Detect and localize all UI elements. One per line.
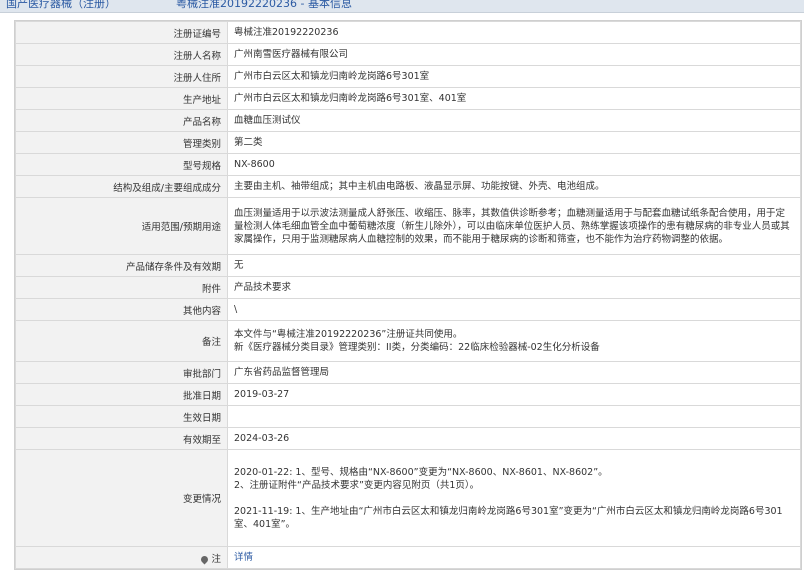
change-spacer	[234, 492, 794, 505]
remarks-line-2: 新《医疗器械分类目录》管理类别：II类，分类编码：22临床检验器械-02生化分析…	[234, 342, 600, 353]
row-change-history: 变更情况 2020-01-22: 1、型号、规格由“NX-8600”变更为“NX…	[15, 449, 801, 547]
value-expiry-date: 2024-03-26	[227, 427, 801, 450]
label-note-cell: 注	[15, 546, 228, 569]
row-other-content: 其他内容 \	[15, 298, 801, 321]
label-product-name: 产品名称	[15, 109, 228, 132]
details-table-container: 注册证编号 粤械注准20192220236 注册人名称 广州南雪医疗器械有限公司…	[14, 20, 802, 570]
row-approval-department: 审批部门 广东省药品监督管理局	[15, 361, 801, 384]
page-header: 国产医疗器械（注册） 粤械注准20192220236 - 基本信息	[0, 0, 804, 13]
row-structure: 结构及组成/主要组成成分 主要由主机、袖带组成；其中主机由电路板、液晶显示屏、功…	[15, 175, 801, 198]
remarks-line-1: 本文件与“粤械注准20192220236”注册证共同使用。	[234, 329, 463, 340]
label-attachment: 附件	[15, 276, 228, 299]
value-note-cell: 详情	[227, 546, 801, 569]
label-storage: 产品储存条件及有效期	[15, 254, 228, 277]
label-registration-number: 注册证编号	[15, 21, 228, 44]
value-structure: 主要由主机、袖带组成；其中主机由电路板、液晶显示屏、功能按键、外壳、电池组成。	[227, 175, 801, 198]
row-registrant-address: 注册人住所 广州市白云区太和镇龙归南岭龙岗路6号301室	[15, 65, 801, 88]
label-change-history: 变更情况	[15, 449, 228, 547]
value-attachment: 产品技术要求	[227, 276, 801, 299]
row-remarks: 备注 本文件与“粤械注准20192220236”注册证共同使用。 新《医疗器械分…	[15, 320, 801, 362]
value-intended-use: 血压测量适用于以示波法测量成人舒张压、收缩压、脉率，其数值供诊断参考；血糖测量适…	[227, 197, 801, 255]
row-effective-date: 生效日期	[15, 405, 801, 428]
row-management-category: 管理类别 第二类	[15, 131, 801, 154]
label-effective-date: 生效日期	[15, 405, 228, 428]
value-approval-date: 2019-03-27	[227, 383, 801, 406]
label-intended-use: 适用范围/预期用途	[15, 197, 228, 255]
registration-details-table: 注册证编号 粤械注准20192220236 注册人名称 广州南雪医疗器械有限公司…	[15, 21, 801, 569]
label-expiry-date: 有效期至	[15, 427, 228, 450]
label-approval-date: 批准日期	[15, 383, 228, 406]
value-management-category: 第二类	[227, 131, 801, 154]
label-remarks: 备注	[15, 320, 228, 362]
value-production-address: 广州市白云区太和镇龙归南岭龙岗路6号301室、401室	[227, 87, 801, 110]
value-remarks: 本文件与“粤械注准20192220236”注册证共同使用。 新《医疗器械分类目录…	[227, 320, 801, 362]
change-line-2: 2、注册证附件“产品技术要求”变更内容见附页（共1页）。	[234, 479, 480, 491]
label-note: 注	[211, 553, 221, 565]
value-registrant-address: 广州市白云区太和镇龙归南岭龙岗路6号301室	[227, 65, 801, 88]
label-registrant-address: 注册人住所	[15, 65, 228, 88]
row-registrant-name: 注册人名称 广州南雪医疗器械有限公司	[15, 43, 801, 66]
value-storage: 无	[227, 254, 801, 277]
value-model-spec: NX-8600	[227, 153, 801, 176]
header-category-label[interactable]: 国产医疗器械（注册）	[6, 0, 116, 11]
row-product-name: 产品名称 血糖血压测试仪	[15, 109, 801, 132]
value-approval-department: 广东省药品监督管理局	[227, 361, 801, 384]
row-registration-number: 注册证编号 粤械注准20192220236	[15, 21, 801, 44]
label-registrant-name: 注册人名称	[15, 43, 228, 66]
value-other-content: \	[227, 298, 801, 321]
change-line-3: 2021-11-19: 1、生产地址由“广州市白云区太和镇龙归南岭龙岗路6号30…	[234, 505, 783, 530]
label-management-category: 管理类别	[15, 131, 228, 154]
row-storage: 产品储存条件及有效期 无	[15, 254, 801, 277]
value-registrant-name: 广州南雪医疗器械有限公司	[227, 43, 801, 66]
change-line-1: 2020-01-22: 1、型号、规格由“NX-8600”变更为“NX-8600…	[234, 466, 608, 478]
label-other-content: 其他内容	[15, 298, 228, 321]
label-approval-department: 审批部门	[15, 361, 228, 384]
row-attachment: 附件 产品技术要求	[15, 276, 801, 299]
details-link[interactable]: 详情	[234, 552, 253, 563]
value-registration-number: 粤械注准20192220236	[227, 21, 801, 44]
value-product-name: 血糖血压测试仪	[227, 109, 801, 132]
row-model-spec: 型号规格 NX-8600	[15, 153, 801, 176]
row-intended-use: 适用范围/预期用途 血压测量适用于以示波法测量成人舒张压、收缩压、脉率，其数值供…	[15, 197, 801, 255]
row-note: 注 详情	[15, 546, 801, 569]
label-production-address: 生产地址	[15, 87, 228, 110]
location-pin-icon	[200, 554, 210, 564]
row-production-address: 生产地址 广州市白云区太和镇龙归南岭龙岗路6号301室、401室	[15, 87, 801, 110]
label-structure: 结构及组成/主要组成成分	[15, 175, 228, 198]
label-model-spec: 型号规格	[15, 153, 228, 176]
row-expiry-date: 有效期至 2024-03-26	[15, 427, 801, 450]
row-approval-date: 批准日期 2019-03-27	[15, 383, 801, 406]
value-effective-date	[227, 405, 801, 428]
value-change-history: 2020-01-22: 1、型号、规格由“NX-8600”变更为“NX-8600…	[227, 449, 801, 547]
header-record-title: 粤械注准20192220236 - 基本信息	[176, 0, 352, 10]
